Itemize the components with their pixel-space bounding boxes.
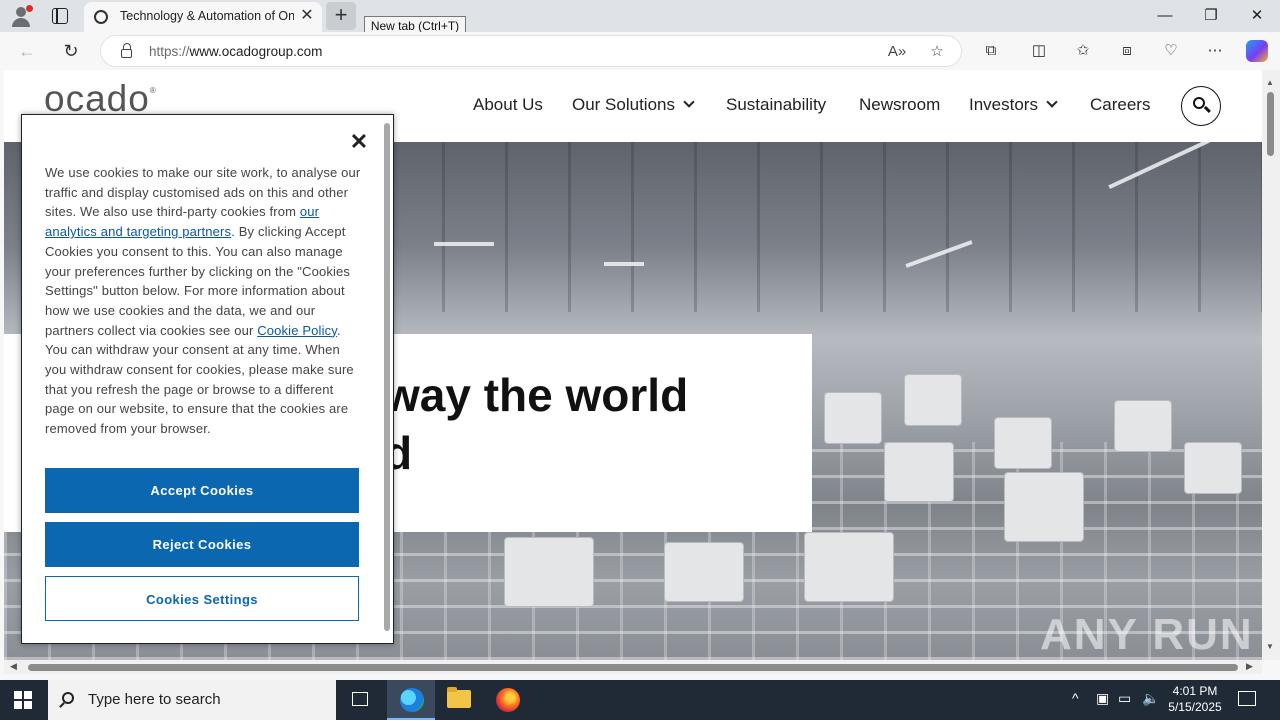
device-icon[interactable]: ▣ [1096,690,1109,707]
close-icon[interactable]: ✕ [348,131,370,153]
read-aloud-icon[interactable]: A» [887,42,907,62]
nav-careers[interactable]: Careers [1090,95,1150,115]
windows-start-icon[interactable] [14,691,32,709]
back-arrow-icon[interactable]: ← [14,39,40,63]
chevron-down-icon [683,96,695,108]
system-clock[interactable]: 4:01 PM 5/15/2025 [1162,683,1228,715]
close-window-button[interactable]: ✕ [1234,4,1280,28]
nav-newsroom[interactable]: Newsroom [859,95,940,115]
volume-icon[interactable]: 🔈 [1142,690,1159,707]
collections-icon[interactable]: ⧈ [1116,41,1138,61]
scroll-down-icon[interactable]: ▼ [1266,642,1274,651]
minimize-button[interactable]: — [1142,4,1188,28]
scroll-left-icon[interactable]: ◀ [10,661,17,672]
restore-button[interactable]: ❐ [1188,4,1234,28]
taskbar-file-explorer[interactable] [435,680,483,720]
nav-sustainability[interactable]: Sustainability [726,95,826,115]
taskbar-search-box[interactable]: Type here to search [48,680,336,720]
nav-about-us[interactable]: About Us [473,95,543,115]
tab-favicon-icon [94,10,108,24]
task-view-icon [352,692,368,706]
split-screen-icon[interactable]: ◫ [1028,41,1050,61]
site-search-button[interactable] [1181,86,1221,126]
folder-icon [447,687,471,708]
cookie-consent-dialog: ✕ We use cookies to make our site work, … [21,114,394,644]
accept-cookies-button[interactable]: Accept Cookies [45,468,359,513]
hero-heading-line-1: way the world [384,369,689,421]
show-hidden-icons-icon[interactable]: ^ [1072,690,1079,706]
clock-time: 4:01 PM [1172,684,1218,698]
lock-icon[interactable] [121,43,132,58]
taskbar-firefox[interactable] [484,680,532,720]
firefox-icon [496,688,520,712]
cookies-settings-button[interactable]: Cookies Settings [45,576,359,621]
profile-icon[interactable] [10,5,33,27]
title-bar: Technology & Automation of Onl ✕ + New t… [0,0,1280,36]
favorite-star-icon[interactable]: ☆ [927,42,947,62]
favorites-icon[interactable]: ✩ [1072,41,1094,61]
edge-icon [400,688,424,712]
horizontal-scroll-thumb[interactable] [28,664,1238,671]
cookie-notice-text: We use cookies to make our site work, to… [45,165,361,437]
notifications-icon[interactable] [1238,691,1256,706]
network-icon[interactable]: ▭ [1118,690,1131,707]
taskbar-edge[interactable] [387,680,435,720]
taskbar-search-placeholder: Type here to search [88,691,221,708]
refresh-icon[interactable]: ↻ [58,39,84,63]
vertical-scroll-thumb[interactable] [1267,92,1274,156]
browser-essentials-icon[interactable]: ♡ [1160,41,1182,61]
nav-our-solutions[interactable]: Our Solutions [572,95,695,115]
chevron-down-icon [1046,96,1058,108]
more-menu-icon[interactable]: ⋯ [1204,41,1226,61]
taskbar: Type here to search ^ ▣ ▭ 🔈 4:01 PM 5/15… [0,680,1280,720]
task-view-button[interactable] [336,680,384,720]
horizontal-scrollbar[interactable]: ◀ ▶ [4,660,1262,674]
reject-cookies-button[interactable]: Reject Cookies [45,522,359,567]
browser-tab[interactable]: Technology & Automation of Onl ✕ [84,2,322,32]
tab-close-icon[interactable]: ✕ [298,7,316,25]
clock-date: 5/15/2025 [1168,700,1222,714]
copilot-icon[interactable] [1246,40,1268,62]
watermark: ANY RUN [1040,610,1254,659]
scroll-up-icon[interactable]: ▲ [1266,78,1274,87]
scroll-right-icon[interactable]: ▶ [1246,661,1253,672]
vertical-scrollbar[interactable]: ▲ ▼ [1262,70,1280,660]
address-toolbar: ← ↻ https://www.ocadogroup.com A» ☆ ⧉ ◫ … [0,32,1280,70]
address-bar[interactable]: https://www.ocadogroup.com A» ☆ [100,35,962,67]
tab-title: Technology & Automation of Onl [120,9,294,23]
new-tab-button[interactable]: + [326,2,356,30]
extensions-icon[interactable]: ⧉ [980,41,1002,61]
url-text[interactable]: https://www.ocadogroup.com [149,44,322,59]
nav-investors[interactable]: Investors [969,95,1058,115]
tab-actions-icon[interactable] [52,8,68,24]
dialog-scrollbar[interactable] [384,123,390,631]
cookie-policy-link[interactable]: Cookie Policy [257,323,337,338]
